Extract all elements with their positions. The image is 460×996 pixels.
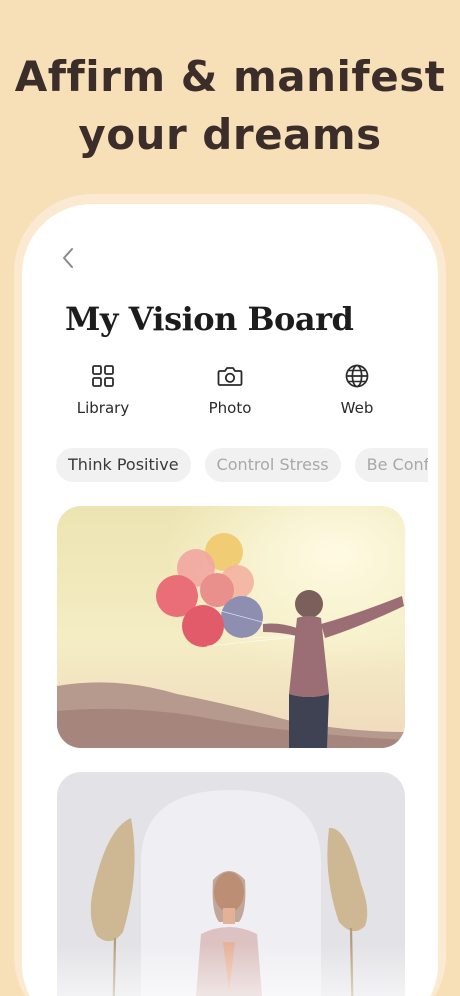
headline-line-2: your dreams bbox=[78, 110, 382, 159]
library-button[interactable]: Library bbox=[48, 362, 158, 417]
headline-line-1: Affirm & manifest bbox=[14, 52, 446, 101]
chevron-left-icon bbox=[63, 248, 73, 268]
phone-screen: My Vision Board Library Photo Web Think … bbox=[22, 204, 438, 996]
headline: Affirm & manifest your dreams bbox=[0, 48, 460, 164]
web-button[interactable]: Web bbox=[302, 362, 412, 417]
globe-icon bbox=[345, 364, 369, 388]
camera-icon bbox=[217, 367, 243, 386]
library-label: Library bbox=[76, 399, 130, 417]
back-button[interactable] bbox=[56, 244, 80, 272]
photo-button[interactable]: Photo bbox=[175, 362, 285, 417]
chip-control-stress[interactable]: Control Stress bbox=[204, 448, 341, 482]
chip-think-positive[interactable]: Think Positive bbox=[56, 448, 191, 482]
chip-be-confident[interactable]: Be Confident bbox=[354, 448, 428, 482]
balloons-image bbox=[57, 506, 405, 748]
photo-label: Photo bbox=[208, 399, 252, 417]
grid-icon bbox=[92, 365, 114, 387]
category-chips: Think Positive Control Stress Be Confident bbox=[56, 448, 428, 484]
balloons-photo[interactable] bbox=[57, 506, 405, 748]
page-title: My Vision Board bbox=[65, 300, 354, 338]
bottom-fade bbox=[22, 944, 438, 996]
web-label: Web bbox=[340, 399, 374, 417]
